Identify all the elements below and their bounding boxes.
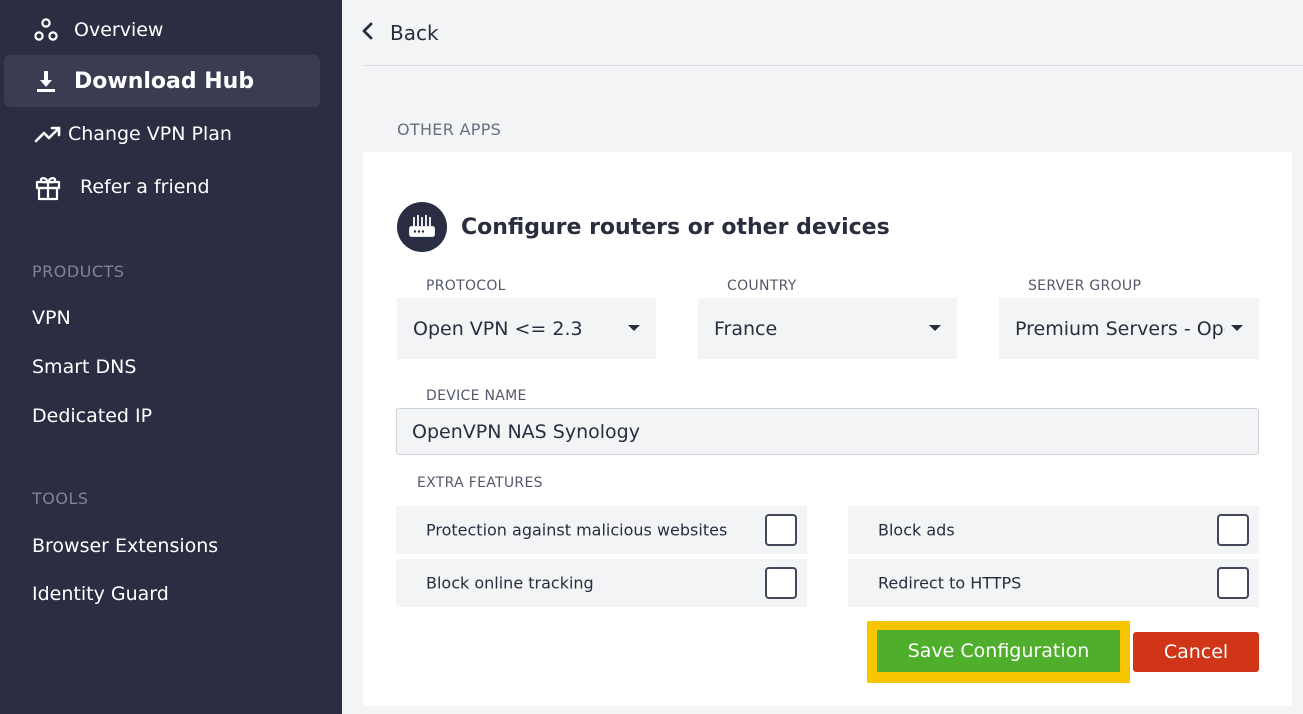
card-header: Configure routers or other devices xyxy=(397,202,890,252)
nav-item-change-vpn-plan[interactable]: Change VPN Plan xyxy=(4,108,320,160)
sidebar: Overview Download Hub Change VPN Plan Re… xyxy=(0,0,342,714)
nav-item-refer-a-friend[interactable]: Refer a friend xyxy=(4,161,320,213)
nav-label: Overview xyxy=(74,19,164,41)
save-configuration-button[interactable]: Save Configuration xyxy=(877,630,1120,672)
feature-block-tracking[interactable]: Block online tracking xyxy=(396,559,807,607)
country-value: France xyxy=(714,317,778,340)
protocol-value: Open VPN <= 2.3 xyxy=(413,317,583,340)
device-name-label: DEVICE NAME xyxy=(426,388,527,404)
tools-section-title: TOOLS xyxy=(32,489,89,508)
protocol-label: PROTOCOL xyxy=(426,278,506,294)
caret-down-icon xyxy=(929,325,941,331)
server-group-label: SERVER GROUP xyxy=(1028,278,1142,294)
card-title: Configure routers or other devices xyxy=(461,214,890,240)
country-select[interactable]: France xyxy=(698,298,957,359)
section-label: OTHER APPS xyxy=(397,120,502,139)
feature-checkbox[interactable] xyxy=(765,567,797,599)
feature-redirect-https[interactable]: Redirect to HTTPS xyxy=(848,559,1259,607)
protocol-select[interactable]: Open VPN <= 2.3 xyxy=(397,298,656,359)
feature-label: Redirect to HTTPS xyxy=(878,573,1022,593)
feature-checkbox[interactable] xyxy=(1217,567,1249,599)
sidebar-item-browser-extensions[interactable]: Browser Extensions xyxy=(32,535,218,557)
feature-label: Block ads xyxy=(878,520,955,540)
products-section-title: PRODUCTS xyxy=(32,262,125,281)
sidebar-item-smart-dns[interactable]: Smart DNS xyxy=(32,356,136,378)
feature-malicious-websites[interactable]: Protection against malicious websites xyxy=(396,506,807,554)
nav-item-overview[interactable]: Overview xyxy=(4,4,320,56)
back-label: Back xyxy=(390,21,439,45)
topbar: Back xyxy=(342,0,1303,66)
extra-features-label: EXTRA FEATURES xyxy=(417,475,543,491)
device-name-input[interactable] xyxy=(396,408,1259,455)
configure-card: Configure routers or other devices PROTO… xyxy=(363,152,1292,706)
topbar-divider xyxy=(363,65,1303,66)
download-icon xyxy=(32,67,60,95)
country-label: COUNTRY xyxy=(727,278,797,294)
cancel-button[interactable]: Cancel xyxy=(1133,632,1259,672)
server-group-value: Premium Servers - OpenVPN xyxy=(1015,317,1225,340)
feature-checkbox[interactable] xyxy=(1217,514,1249,546)
nav-label: Refer a friend xyxy=(80,176,210,198)
router-icon xyxy=(397,202,447,252)
sidebar-item-dedicated-ip[interactable]: Dedicated IP xyxy=(32,405,152,427)
chevron-left-icon xyxy=(360,21,374,45)
feature-label: Protection against malicious websites xyxy=(426,520,728,540)
feature-block-ads[interactable]: Block ads xyxy=(848,506,1259,554)
caret-down-icon xyxy=(1231,325,1243,331)
nav-item-download-hub[interactable]: Download Hub xyxy=(4,55,320,107)
gift-icon xyxy=(34,173,62,201)
sidebar-item-identity-guard[interactable]: Identity Guard xyxy=(32,583,169,605)
caret-down-icon xyxy=(628,325,640,331)
overview-icon xyxy=(32,16,60,44)
nav-label: Change VPN Plan xyxy=(68,123,232,145)
feature-checkbox[interactable] xyxy=(765,514,797,546)
feature-label: Block online tracking xyxy=(426,573,594,593)
sidebar-item-vpn[interactable]: VPN xyxy=(32,307,71,329)
trending-up-icon xyxy=(34,120,62,148)
back-button[interactable]: Back xyxy=(360,18,439,48)
server-group-select[interactable]: Premium Servers - OpenVPN xyxy=(999,298,1259,359)
nav-label: Download Hub xyxy=(74,68,255,94)
